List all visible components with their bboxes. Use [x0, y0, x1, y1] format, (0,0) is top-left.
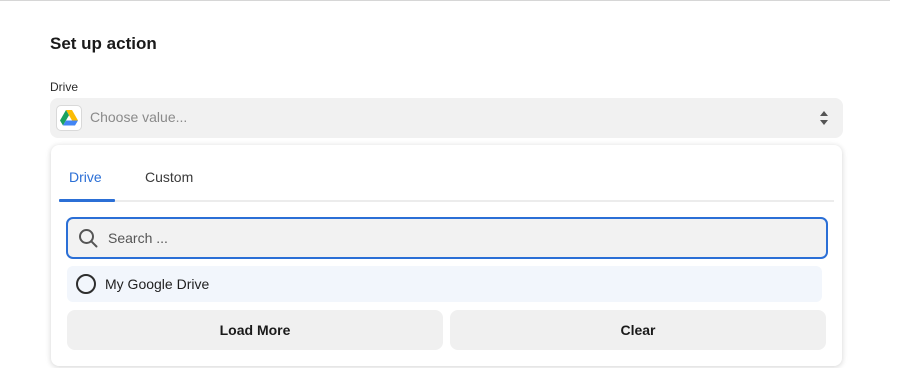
drive-dropdown-popover: Drive Custom My Google Drive Load More C…: [51, 145, 842, 366]
option-my-google-drive[interactable]: My Google Drive: [67, 266, 822, 302]
radio-button[interactable]: [76, 274, 96, 294]
active-tab-indicator: [59, 199, 115, 202]
clear-button[interactable]: Clear: [450, 310, 826, 350]
top-divider: [0, 0, 890, 1]
search-field[interactable]: [66, 217, 828, 259]
sort-arrows-icon: [819, 110, 829, 126]
load-more-button[interactable]: Load More: [67, 310, 443, 350]
drive-field-label: Drive: [50, 80, 79, 94]
search-input[interactable]: [108, 219, 808, 257]
drive-select[interactable]: Choose value...: [50, 98, 843, 138]
tabs-divider: [59, 200, 834, 202]
drive-select-placeholder: Choose value...: [90, 109, 188, 125]
option-label: My Google Drive: [105, 276, 210, 292]
google-drive-icon: [56, 105, 82, 131]
search-icon: [78, 228, 98, 248]
tab-drive[interactable]: Drive: [69, 169, 102, 185]
section-title: Set up action: [50, 34, 157, 53]
tab-custom[interactable]: Custom: [145, 169, 193, 185]
